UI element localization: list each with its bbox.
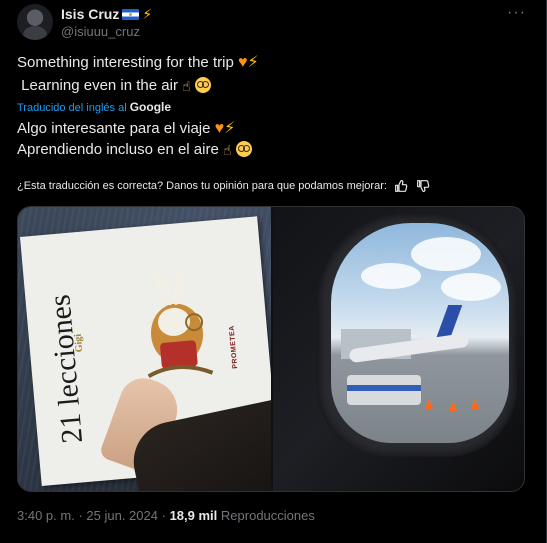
- translated-line-2: Aprendiendo incluso en el aire ☝: [17, 140, 252, 160]
- photo-airplane-window[interactable]: [273, 207, 524, 491]
- translated-line-2-text: Aprendiendo incluso en el aire: [17, 141, 219, 158]
- media-grid: Gigi 21 lecciones PROMETEA: [17, 206, 525, 492]
- author-name[interactable]: Isis Cruz: [61, 6, 119, 22]
- more-dots-icon[interactable]: ···: [507, 4, 526, 22]
- tweet-text-line-1: Something interesting for the trip ♥⚡: [17, 53, 259, 73]
- nerd-face-icon: [235, 141, 252, 157]
- separator-dot: ·: [78, 508, 83, 523]
- orange-heart-icon: ♥: [237, 54, 248, 72]
- thumbs-down-icon[interactable]: [415, 178, 431, 194]
- white-rabbit-illustration: [147, 265, 214, 379]
- photo-book[interactable]: Gigi 21 lecciones PROMETEA: [18, 207, 271, 491]
- lightning-bolt-icon: ⚡: [224, 120, 236, 138]
- views-count[interactable]: 18,9 mil: [170, 508, 218, 523]
- fuel-truck-stripe: [347, 385, 421, 391]
- tweet-date[interactable]: 25 jun. 2024: [86, 508, 158, 523]
- traffic-cone: [449, 401, 457, 411]
- lightning-bolt-icon: ⚡: [247, 54, 259, 72]
- tweet-card[interactable]: Isis Cruz ⚡ @isiuuu_cruz ··· Something i…: [0, 0, 547, 543]
- translation-feedback: ¿Esta traducción es correcta? Danos tu o…: [17, 178, 431, 194]
- tweet-text-line-2: Learning even in the air ☝: [17, 76, 211, 96]
- author-handle[interactable]: @isiuuu_cruz: [61, 24, 140, 39]
- book-publisher: PROMETEA: [228, 324, 240, 369]
- el-salvador-flag-icon: [122, 8, 140, 20]
- orange-heart-icon: ♥: [214, 120, 225, 138]
- views-label[interactable]: Reproducciones: [221, 508, 315, 523]
- traffic-cone: [425, 399, 433, 409]
- window-view: [331, 223, 509, 443]
- book-title: 21 lecciones: [43, 293, 90, 445]
- author-name-row[interactable]: Isis Cruz ⚡: [61, 5, 152, 23]
- tweet-text-line-1-text: Something interesting for the trip: [17, 54, 234, 71]
- tweet-time[interactable]: 3:40 p. m.: [17, 508, 75, 523]
- tweet-text-line-2-text: Learning even in the air: [21, 77, 178, 94]
- pointing-up-hand-icon: ☝: [222, 142, 232, 159]
- avatar[interactable]: [17, 4, 53, 40]
- cloud: [411, 237, 481, 271]
- cloud: [361, 263, 421, 289]
- google-logo-text: Google: [129, 100, 172, 114]
- translation-attribution[interactable]: Traducido del inglés al Google: [17, 100, 171, 114]
- feedback-question: ¿Esta traducción es correcta? Danos tu o…: [17, 180, 387, 192]
- lightning-bolt-icon: ⚡: [142, 6, 153, 22]
- translated-line-1: Algo interesante para el viaje ♥⚡: [17, 119, 235, 139]
- traffic-cone: [471, 399, 479, 409]
- cloud: [441, 273, 501, 301]
- nerd-face-icon: [194, 77, 211, 93]
- translation-label[interactable]: Traducido del inglés al: [17, 102, 127, 114]
- separator-dot: ·: [161, 508, 166, 523]
- pointing-up-hand-icon: ☝: [182, 78, 191, 95]
- thumbs-up-icon[interactable]: [393, 178, 409, 194]
- translated-line-1-text: Algo interesante para el viaje: [17, 120, 211, 137]
- tweet-footer: 3:40 p. m. · 25 jun. 2024 · 18,9 mil Rep…: [17, 508, 315, 523]
